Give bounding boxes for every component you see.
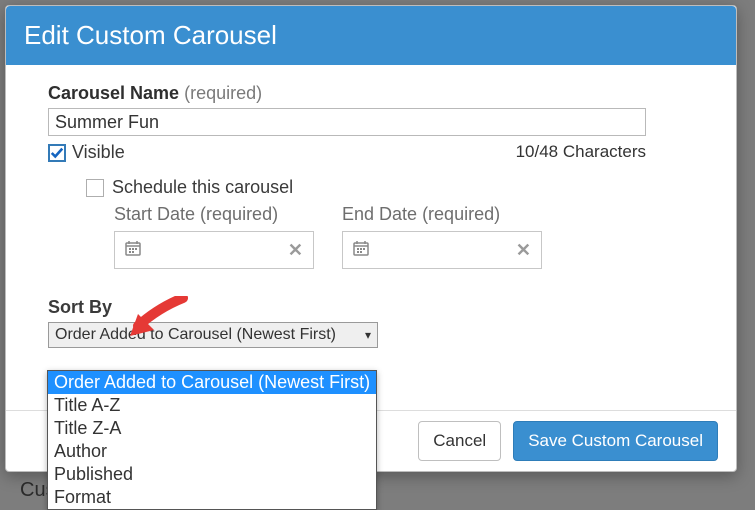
char-count: 10/48 Characters (516, 142, 646, 162)
sort-option[interactable]: Title Z-A (48, 417, 376, 440)
carousel-name-label: Carousel Name (required) (48, 83, 694, 104)
start-date-input[interactable]: ✕ (114, 231, 314, 269)
sort-by-selected-value: Order Added to Carousel (Newest First) (55, 326, 336, 344)
annotation-arrow-icon (128, 296, 188, 336)
end-date-label: End Date (required) (342, 204, 542, 225)
modal-title: Edit Custom Carousel (6, 6, 736, 65)
carousel-name-input[interactable] (48, 108, 646, 136)
calendar-icon (125, 240, 141, 261)
cancel-button[interactable]: Cancel (418, 421, 501, 461)
visible-label: Visible (72, 142, 125, 163)
visible-checkbox[interactable] (48, 144, 66, 162)
sort-option[interactable]: Author (48, 440, 376, 463)
start-date-label: Start Date (required) (114, 204, 314, 225)
clear-start-date-icon[interactable]: ✕ (288, 240, 303, 261)
sort-by-select[interactable]: Order Added to Carousel (Newest First) ▾ (48, 322, 378, 348)
sort-option[interactable]: Format (48, 486, 376, 509)
calendar-icon (353, 240, 369, 261)
schedule-label: Schedule this carousel (112, 177, 293, 198)
clear-end-date-icon[interactable]: ✕ (516, 240, 531, 261)
sort-option[interactable]: Title A-Z (48, 394, 376, 417)
end-date-input[interactable]: ✕ (342, 231, 542, 269)
sort-by-dropdown-list[interactable]: Order Added to Carousel (Newest First) T… (47, 370, 377, 510)
save-button[interactable]: Save Custom Carousel (513, 421, 718, 461)
sort-option[interactable]: Published (48, 463, 376, 486)
schedule-checkbox-row[interactable]: Schedule this carousel (86, 177, 694, 198)
chevron-down-icon: ▾ (365, 328, 371, 342)
schedule-checkbox[interactable] (86, 179, 104, 197)
sort-option[interactable]: Order Added to Carousel (Newest First) (48, 371, 376, 394)
visible-checkbox-row[interactable]: Visible (48, 142, 125, 163)
